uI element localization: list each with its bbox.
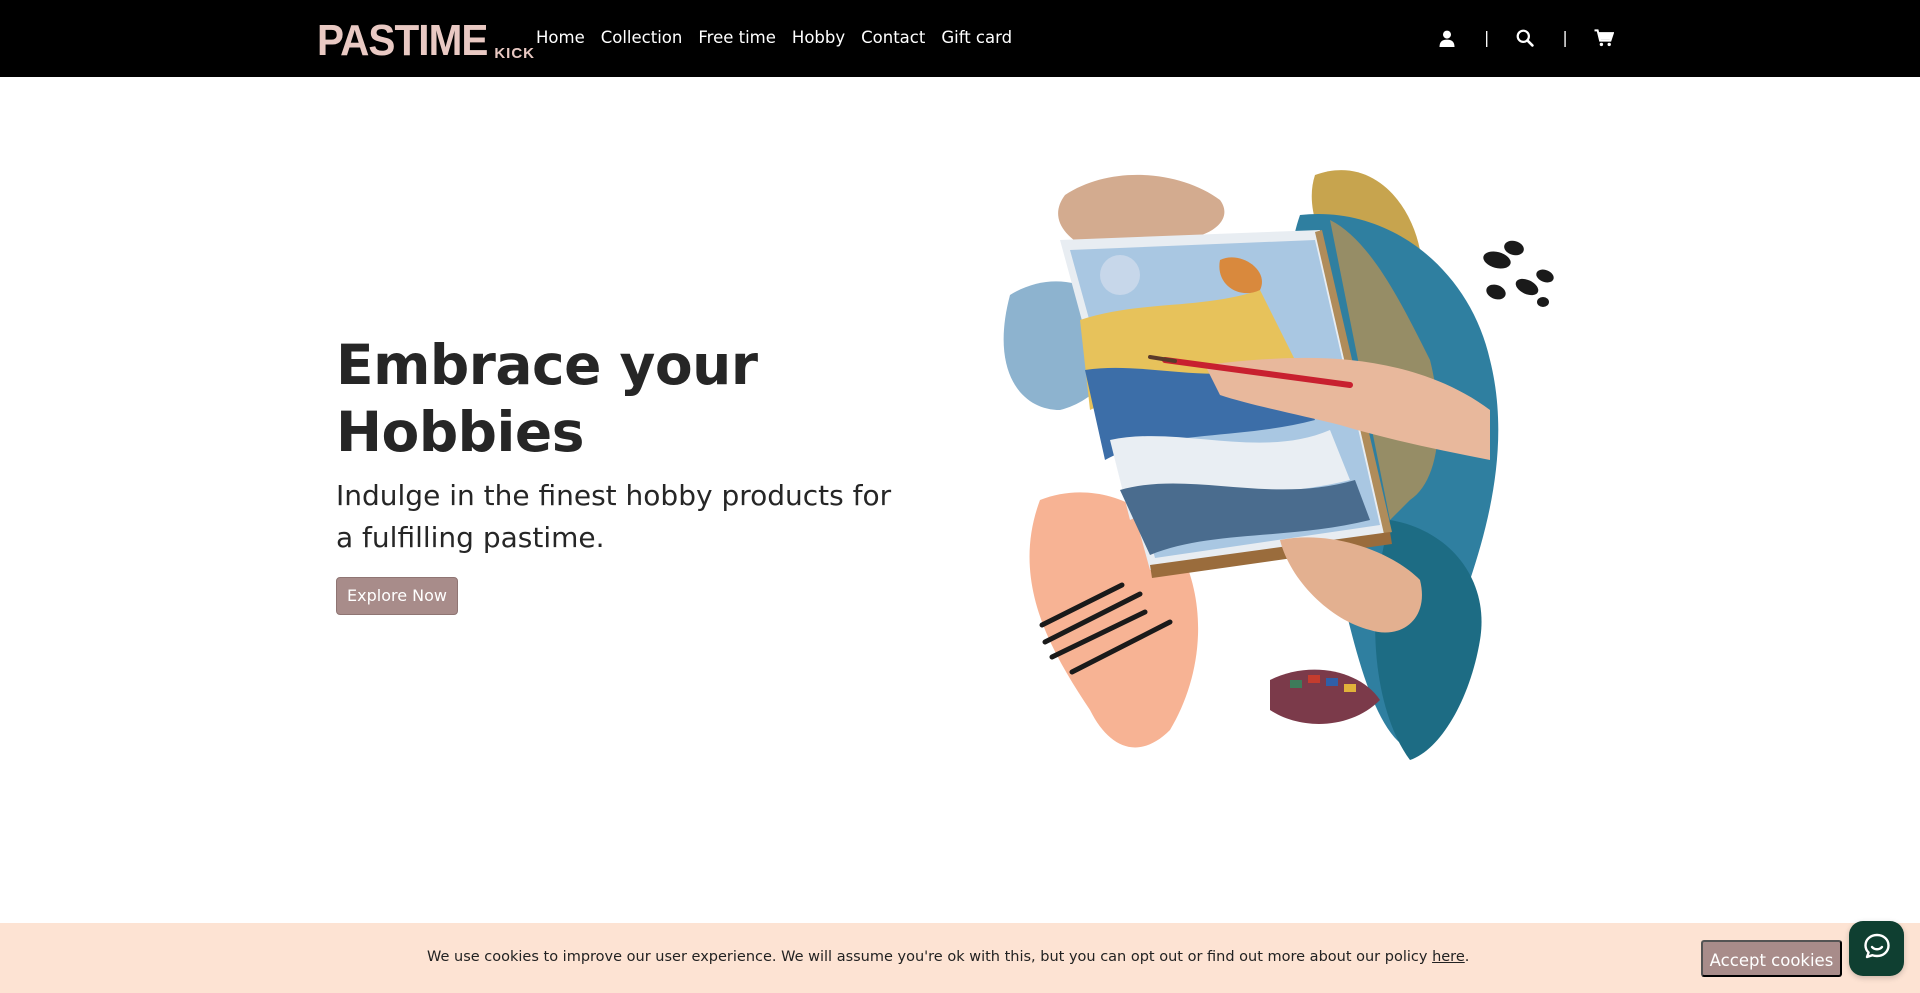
nav-free-time[interactable]: Free time xyxy=(698,26,776,50)
header-icons: | | xyxy=(1436,24,1615,52)
nav-collection[interactable]: Collection xyxy=(601,26,683,50)
site-header: PASTIME KICK Home Collection Free time H… xyxy=(0,0,1920,77)
cookie-message-text: We use cookies to improve our user exper… xyxy=(427,949,1433,965)
nav-gift-card[interactable]: Gift card xyxy=(941,26,1012,50)
cookie-banner: We use cookies to improve our user exper… xyxy=(0,923,1920,993)
cookie-message: We use cookies to improve our user exper… xyxy=(427,947,1469,967)
cart-icon[interactable] xyxy=(1593,27,1615,49)
nav-hobby[interactable]: Hobby xyxy=(792,26,845,50)
hero-title: Embrace your Hobbies xyxy=(336,333,758,464)
cookie-message-end: . xyxy=(1464,949,1470,965)
accept-cookies-button[interactable]: Accept cookies xyxy=(1701,940,1842,977)
header-separator: | xyxy=(1484,28,1490,47)
main-nav: Home Collection Free time Hobby Contact … xyxy=(536,26,1028,50)
hero-subtitle: Indulge in the finest hobby products for… xyxy=(336,479,892,554)
search-icon[interactable] xyxy=(1514,27,1536,49)
chat-widget-button[interactable] xyxy=(1849,921,1904,976)
header-separator: | xyxy=(1562,28,1568,47)
nav-home[interactable]: Home xyxy=(536,26,585,50)
cookie-policy-link[interactable]: here xyxy=(1432,949,1465,965)
logo-main-text: PASTIME xyxy=(317,16,488,65)
logo-sub-text: KICK xyxy=(494,45,535,62)
site-logo[interactable]: PASTIME KICK xyxy=(317,14,535,64)
user-icon[interactable] xyxy=(1436,27,1458,49)
nav-contact[interactable]: Contact xyxy=(861,26,925,50)
explore-now-button[interactable]: Explore Now xyxy=(336,577,458,615)
chat-bubble-icon xyxy=(1863,932,1891,965)
hero-image xyxy=(970,160,1600,780)
